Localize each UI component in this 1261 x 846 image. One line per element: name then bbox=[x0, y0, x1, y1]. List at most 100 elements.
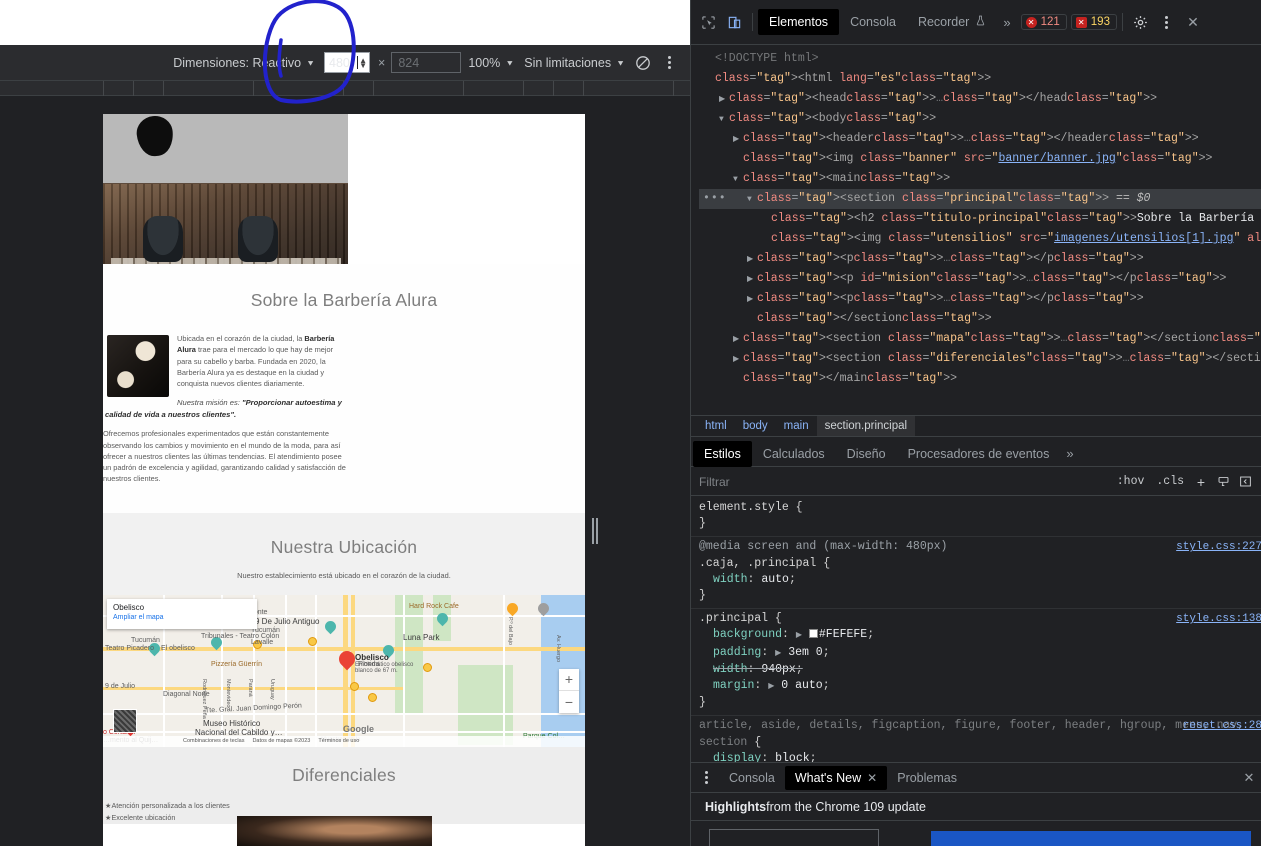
tab-elementos[interactable]: Elementos bbox=[758, 9, 840, 35]
dom-node[interactable]: ▶ class="tag"><pclass="tag">>…class="tag"… bbox=[699, 249, 1261, 269]
css-rule[interactable]: style.css:138 .principal {background: ▶ #… bbox=[691, 609, 1261, 717]
hov-toggle[interactable]: :hov bbox=[1111, 475, 1151, 488]
css-declaration[interactable]: margin: ▶ 0 auto; bbox=[699, 678, 1254, 695]
inspect-cursor-icon[interactable] bbox=[695, 9, 721, 35]
css-rule[interactable]: style.css:227 @media screen and (max-widt… bbox=[691, 537, 1261, 610]
map-data: Datos de mapas ©2023 bbox=[252, 738, 311, 745]
map-shortcuts[interactable]: Combinaciones de teclas bbox=[183, 738, 244, 744]
dom-node[interactable]: ▶ class="tag"><section class="mapa"class=… bbox=[699, 329, 1261, 349]
map-info-card[interactable]: Obelisco Ampliar el mapa bbox=[107, 598, 257, 629]
viewport-ruler bbox=[0, 81, 690, 96]
dom-node[interactable]: ▼ class="tag"><bodyclass="tag">> bbox=[699, 109, 1261, 129]
mapa-title: Nuestra Ubicación bbox=[270, 536, 418, 557]
breadcrumb-main[interactable]: main bbox=[776, 416, 817, 436]
toggle-sidebar-icon[interactable] bbox=[1234, 472, 1256, 492]
gear-icon[interactable] bbox=[1128, 9, 1154, 35]
map-zoom-out-button[interactable]: − bbox=[559, 691, 579, 713]
css-declaration[interactable]: width: 940px; bbox=[699, 662, 1254, 678]
error-count-badge[interactable]: ✕ 121 bbox=[1020, 14, 1067, 30]
dom-node[interactable]: class="tag"><img class="banner" src="ban… bbox=[699, 149, 1261, 169]
warning-count-badge[interactable]: ✕ 193 bbox=[1070, 14, 1117, 30]
new-style-rule-icon[interactable]: + bbox=[1190, 472, 1212, 492]
devtools-panel: Elementos Consola Recorder » ✕ 121 ✕ 193 bbox=[690, 0, 1261, 846]
width-spinner-icon[interactable]: ▲ ▼ bbox=[359, 56, 367, 69]
whats-new-card[interactable] bbox=[709, 829, 879, 846]
map-marker-desc: Emblemático obelisco blanco de 67 m. bbox=[355, 661, 414, 675]
device-dimensions-select[interactable]: Dimensiones: Reactivo ▼ bbox=[168, 51, 320, 75]
tab-calculados[interactable]: Calculados bbox=[752, 441, 836, 467]
css-declaration[interactable]: background: ▶ #FEFEFE; bbox=[699, 627, 1254, 644]
no-screenshot-icon[interactable] bbox=[630, 51, 656, 75]
breadcrumb-section-principal[interactable]: section.principal bbox=[816, 416, 916, 436]
viewport-resize-handle[interactable] bbox=[590, 516, 600, 546]
drawer-tab-problemas[interactable]: Problemas bbox=[887, 766, 967, 790]
breadcrumb-html[interactable]: html bbox=[697, 416, 735, 436]
css-rule[interactable]: reset.css:28 article, aside, details, fig… bbox=[691, 716, 1261, 762]
close-drawer-icon[interactable]: ✕ bbox=[1236, 765, 1261, 791]
warning-icon: ✕ bbox=[1075, 16, 1087, 28]
map-zoom-controls[interactable]: + − bbox=[559, 668, 579, 713]
styles-rules-list[interactable]: element.style {} style.css:227 @media scre… bbox=[691, 496, 1261, 762]
emulated-page[interactable]: Sobre la Barbería Alura Ubicada en el co… bbox=[103, 114, 585, 846]
css-declaration[interactable]: width: auto; bbox=[699, 572, 1254, 588]
dom-node[interactable]: class="tag"></sectionclass="tag">> bbox=[699, 309, 1261, 329]
dom-node[interactable]: ▶ class="tag"><headclass="tag">>…class="t… bbox=[699, 89, 1261, 109]
more-panels-icon[interactable]: » bbox=[997, 15, 1016, 30]
tab-consola[interactable]: Consola bbox=[839, 9, 907, 35]
dom-node[interactable]: ▼ class="tag"><mainclass="tag">> bbox=[699, 169, 1261, 189]
dom-node[interactable]: ▶ class="tag"><pclass="tag">>…class="tag"… bbox=[699, 289, 1261, 309]
whats-new-body bbox=[691, 821, 1261, 846]
css-declaration[interactable]: display: block; bbox=[699, 751, 1254, 762]
street-view-thumbnail[interactable] bbox=[113, 708, 137, 733]
style-pen-icon[interactable] bbox=[1212, 472, 1234, 492]
tab-recorder[interactable]: Recorder bbox=[907, 9, 997, 35]
dom-node[interactable]: ▶ class="tag"><p id="mision"class="tag">>… bbox=[699, 269, 1261, 289]
css-source-link[interactable]: style.css:138 bbox=[1176, 611, 1261, 627]
dom-node[interactable]: class="tag"></mainclass="tag">> bbox=[699, 369, 1261, 389]
dom-tree[interactable]: <!DOCTYPE html> class="tag"><html lang="… bbox=[691, 45, 1261, 415]
device-toolbar-kebab-icon[interactable] bbox=[656, 51, 682, 75]
dom-node[interactable]: class="tag"><img class="utensilios" src=… bbox=[699, 229, 1261, 249]
drawer-tab-whats-new[interactable]: What's New ✕ bbox=[784, 765, 888, 790]
tab-estilos[interactable]: Estilos bbox=[693, 440, 752, 467]
breadcrumb-body[interactable]: body bbox=[735, 416, 776, 436]
zoom-select[interactable]: 100% ▼ bbox=[463, 51, 519, 75]
warning-count: 193 bbox=[1090, 16, 1110, 28]
devtools-kebab-icon[interactable] bbox=[1154, 9, 1180, 35]
dom-node[interactable]: ▶ class="tag"><section class="diferencial… bbox=[699, 349, 1261, 369]
css-media-query: @media screen and (max-width: 480px) bbox=[699, 540, 948, 554]
error-icon: ✕ bbox=[1025, 16, 1037, 28]
styles-filter-input[interactable]: Filtrar bbox=[699, 475, 1111, 489]
map-expand-link[interactable]: Ampliar el mapa bbox=[113, 614, 251, 621]
dom-node[interactable]: ▶ class="tag"><headerclass="tag">>…class=… bbox=[699, 129, 1261, 149]
dom-node[interactable]: ••• ▼ class="tag"><section class="principa… bbox=[699, 189, 1261, 209]
drawer-tab-consola[interactable]: Consola bbox=[719, 766, 785, 790]
dom-node[interactable]: class="tag"><h2 class="titulo-principal"… bbox=[699, 209, 1261, 229]
css-source-link[interactable]: style.css:227 bbox=[1176, 539, 1261, 555]
close-icon[interactable]: ✕ bbox=[867, 771, 877, 785]
device-width-input[interactable]: 480 ▲ ▼ bbox=[324, 52, 371, 73]
whats-new-title-bold: Highlights bbox=[705, 799, 767, 814]
map-terms[interactable]: Términos de uso bbox=[318, 738, 359, 744]
dom-node[interactable]: <!DOCTYPE html> bbox=[699, 49, 1261, 69]
close-devtools-icon[interactable]: ✕ bbox=[1180, 9, 1206, 35]
device-toolbar-icon[interactable] bbox=[721, 9, 747, 35]
css-selector[interactable]: element.style { bbox=[699, 500, 1254, 516]
map-zoom-in-button[interactable]: + bbox=[559, 669, 579, 692]
css-selector[interactable]: .principal { bbox=[699, 611, 1254, 627]
css-declaration[interactable]: padding: ▶ 3em 0; bbox=[699, 645, 1254, 662]
drawer-kebab-icon[interactable] bbox=[693, 765, 719, 791]
google-map-embed[interactable]: Tucumán Teatro Picadero El obelisco Trib… bbox=[103, 594, 585, 747]
tab-procesadores-eventos[interactable]: Procesadores de eventos bbox=[897, 441, 1061, 467]
intro-text-b: trae para el mercado lo que hay de mejor… bbox=[177, 345, 334, 388]
more-styles-tabs-icon[interactable]: » bbox=[1060, 446, 1079, 461]
css-selector[interactable]: .caja, .principal { bbox=[699, 556, 1254, 572]
device-height-input[interactable]: 824 bbox=[391, 52, 462, 73]
cls-toggle[interactable]: .cls bbox=[1150, 475, 1190, 488]
throttling-select[interactable]: Sin limitaciones ▼ bbox=[519, 51, 630, 75]
css-source-link[interactable]: reset.css:28 bbox=[1183, 718, 1261, 734]
dom-node[interactable]: class="tag"><html lang="es"class="tag">> bbox=[699, 69, 1261, 89]
css-selector[interactable]: article, aside, details, figcaption, fig… bbox=[699, 718, 1254, 750]
css-rule[interactable]: element.style {} bbox=[691, 498, 1261, 538]
tab-diseno[interactable]: Diseño bbox=[836, 441, 897, 467]
